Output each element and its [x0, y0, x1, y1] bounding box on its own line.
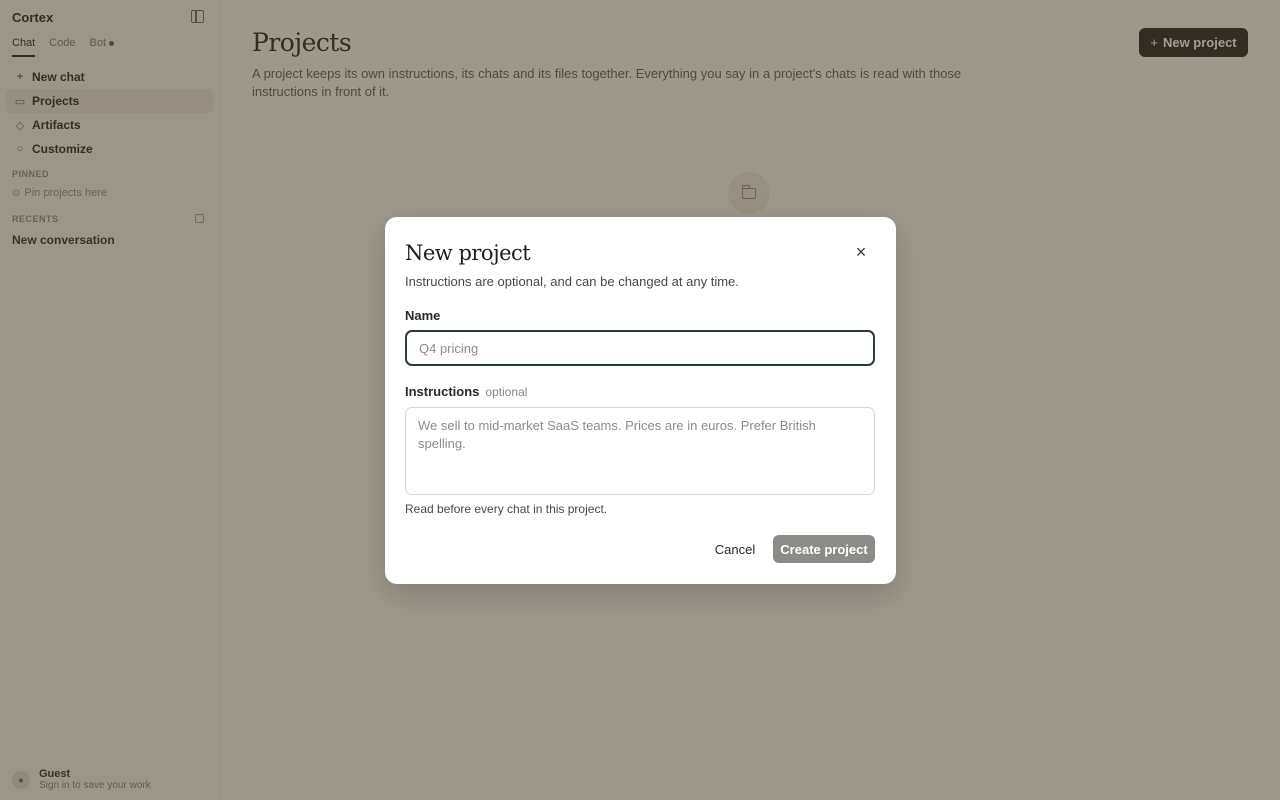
create-project-button[interactable]: Create project: [773, 535, 875, 563]
dialog-subtitle: Instructions are optional, and can be ch…: [405, 274, 739, 289]
dialog-title: New project: [405, 241, 531, 265]
new-project-dialog: New project × Instructions are optional,…: [385, 217, 896, 584]
instructions-help: Read before every chat in this project.: [405, 502, 608, 516]
instructions-textarea[interactable]: [405, 407, 875, 495]
close-icon[interactable]: ×: [852, 243, 870, 261]
name-label: Name: [405, 308, 441, 323]
cancel-button[interactable]: Cancel: [705, 535, 765, 563]
instructions-label: Instructions: [405, 384, 480, 399]
name-input[interactable]: [405, 330, 875, 366]
instructions-label-row: Instructions optional: [405, 384, 527, 399]
optional-tag: optional: [485, 385, 528, 399]
